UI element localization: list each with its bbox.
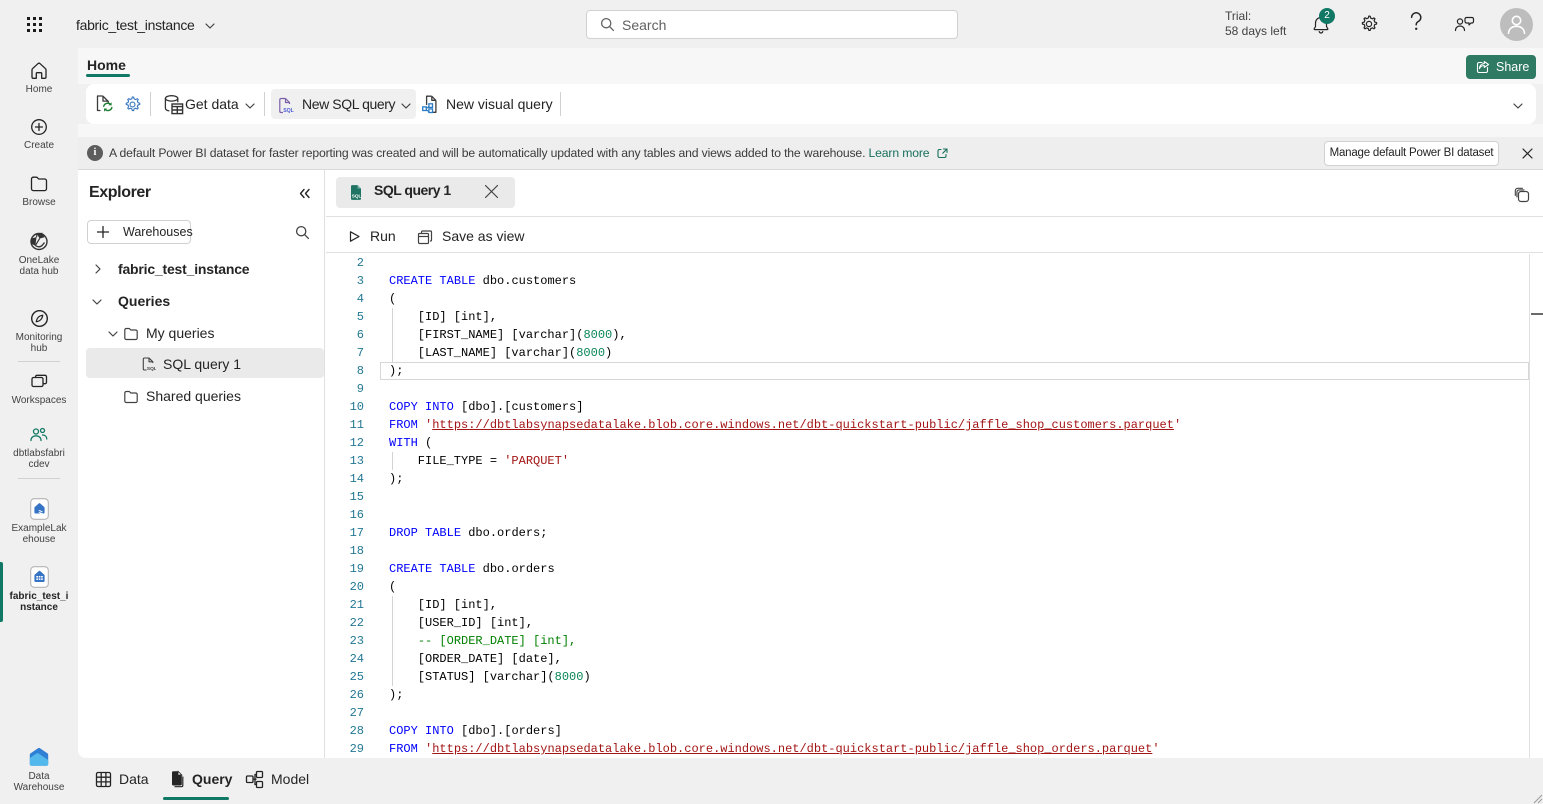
svg-text:SQL: SQL [352, 193, 362, 198]
svg-text:SQL: SQL [283, 108, 294, 114]
svg-text:SQL: SQL [147, 366, 156, 372]
